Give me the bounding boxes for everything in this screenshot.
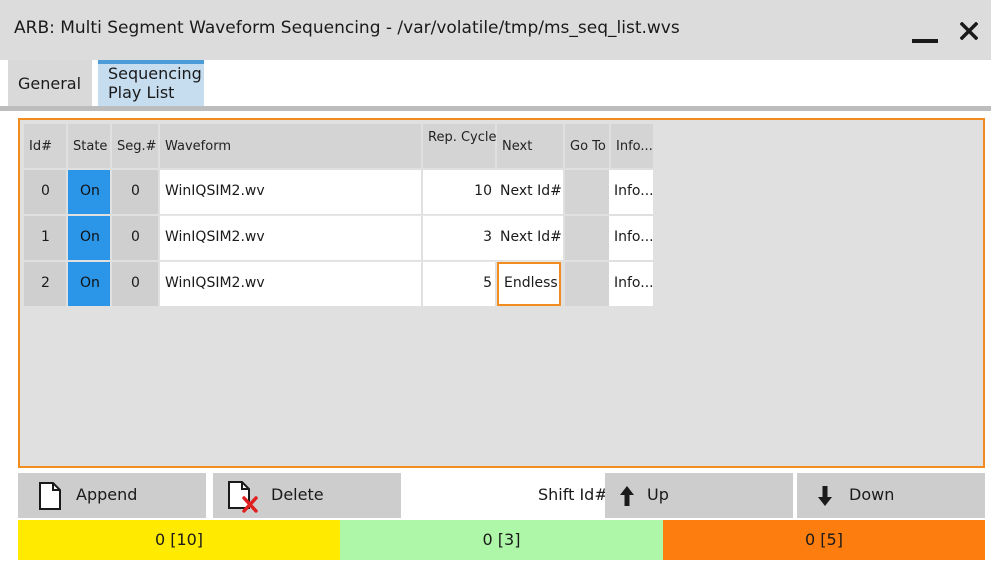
column-header-rep-cycles: Rep. Cycles [423,124,503,168]
column-header-info: Info... [611,124,653,168]
tab-underline [0,106,991,111]
append-label: Append [76,485,138,504]
table-row-2-rep-cycles[interactable]: 5 [423,262,495,306]
table-row-0-rep-cycles[interactable]: 10 [423,170,495,214]
title-bar: ARB: Multi Segment Waveform Sequencing -… [0,0,991,60]
close-icon [960,22,978,40]
tab-sequencing-play-list-label: Sequencing Play List [108,64,202,102]
table-row-1-id[interactable]: 1 [24,216,66,260]
button-bar: Append Delete Shift Id# Up Down [18,473,985,518]
append-button[interactable]: Append [18,473,206,518]
delete-icon [228,481,258,513]
tab-strip: General Sequencing Play List [0,60,991,108]
row-divider [160,215,563,216]
table-row-0-info[interactable]: Info... [609,170,654,214]
column-header-next: Next [497,124,563,168]
table-row-2-id[interactable]: 2 [24,262,66,306]
status-segment-1: 0 [10] [18,520,340,560]
tab-sequencing-play-list[interactable]: Sequencing Play List [98,60,204,108]
table-row-0-seg[interactable]: 0 [112,170,158,214]
minimize-icon [912,39,938,43]
arrow-up-icon [620,486,634,506]
table-row-0-next[interactable]: Next Id# [495,170,563,214]
table-row-1-waveform[interactable]: WinIQSIM2.wv [160,216,421,260]
delete-button[interactable]: Delete [213,473,401,518]
shift-id-label: Shift Id# [538,485,608,504]
tab-general[interactable]: General [8,60,92,108]
arrow-down-icon [818,486,832,506]
status-segment-2: 0 [3] [340,520,663,560]
row-divider [160,261,563,262]
table-row-0-state[interactable]: On [68,170,110,214]
tab-general-label: General [18,74,82,93]
column-header-seg: Seg.# [112,124,158,168]
table-row-0-waveform[interactable]: WinIQSIM2.wv [160,170,421,214]
table-row-2-info[interactable]: Info... [609,262,654,306]
up-label: Up [647,485,669,504]
table-row-1-info[interactable]: Info... [609,216,654,260]
minimize-button[interactable] [900,8,944,52]
window-title: ARB: Multi Segment Waveform Sequencing -… [14,18,680,38]
shift-down-button[interactable]: Down [797,473,985,518]
append-icon [39,482,61,510]
play-list-panel: Id# State Seg.# Waveform Rep. Cycles Nex… [18,118,985,468]
close-button[interactable] [950,8,988,52]
table-row-1-seg[interactable]: 0 [112,216,158,260]
status-segment-3: 0 [5] [663,520,985,560]
table-row-2-goto[interactable] [565,262,609,306]
shift-up-button[interactable]: Up [605,473,793,518]
table-row-2-waveform[interactable]: WinIQSIM2.wv [160,262,421,306]
down-label: Down [849,485,895,504]
table-row-2-state[interactable]: On [68,262,110,306]
table-row-1-rep-cycles[interactable]: 3 [423,216,495,260]
column-header-goto: Go To [565,124,609,168]
table-row-0-id[interactable]: 0 [24,170,66,214]
table-row-2-next[interactable]: Endless [497,262,561,306]
table-row-1-state[interactable]: On [68,216,110,260]
column-header-id: Id# [24,124,66,168]
column-header-state: State [68,124,110,168]
delete-label: Delete [271,485,324,504]
table-row-1-next[interactable]: Next Id# [495,216,563,260]
status-bar: 0 [10] 0 [3] 0 [5] [18,520,985,560]
table-row-2-seg[interactable]: 0 [112,262,158,306]
table-row-0-goto[interactable] [565,170,609,214]
column-header-waveform: Waveform [160,124,421,168]
table-row-1-goto[interactable] [565,216,609,260]
